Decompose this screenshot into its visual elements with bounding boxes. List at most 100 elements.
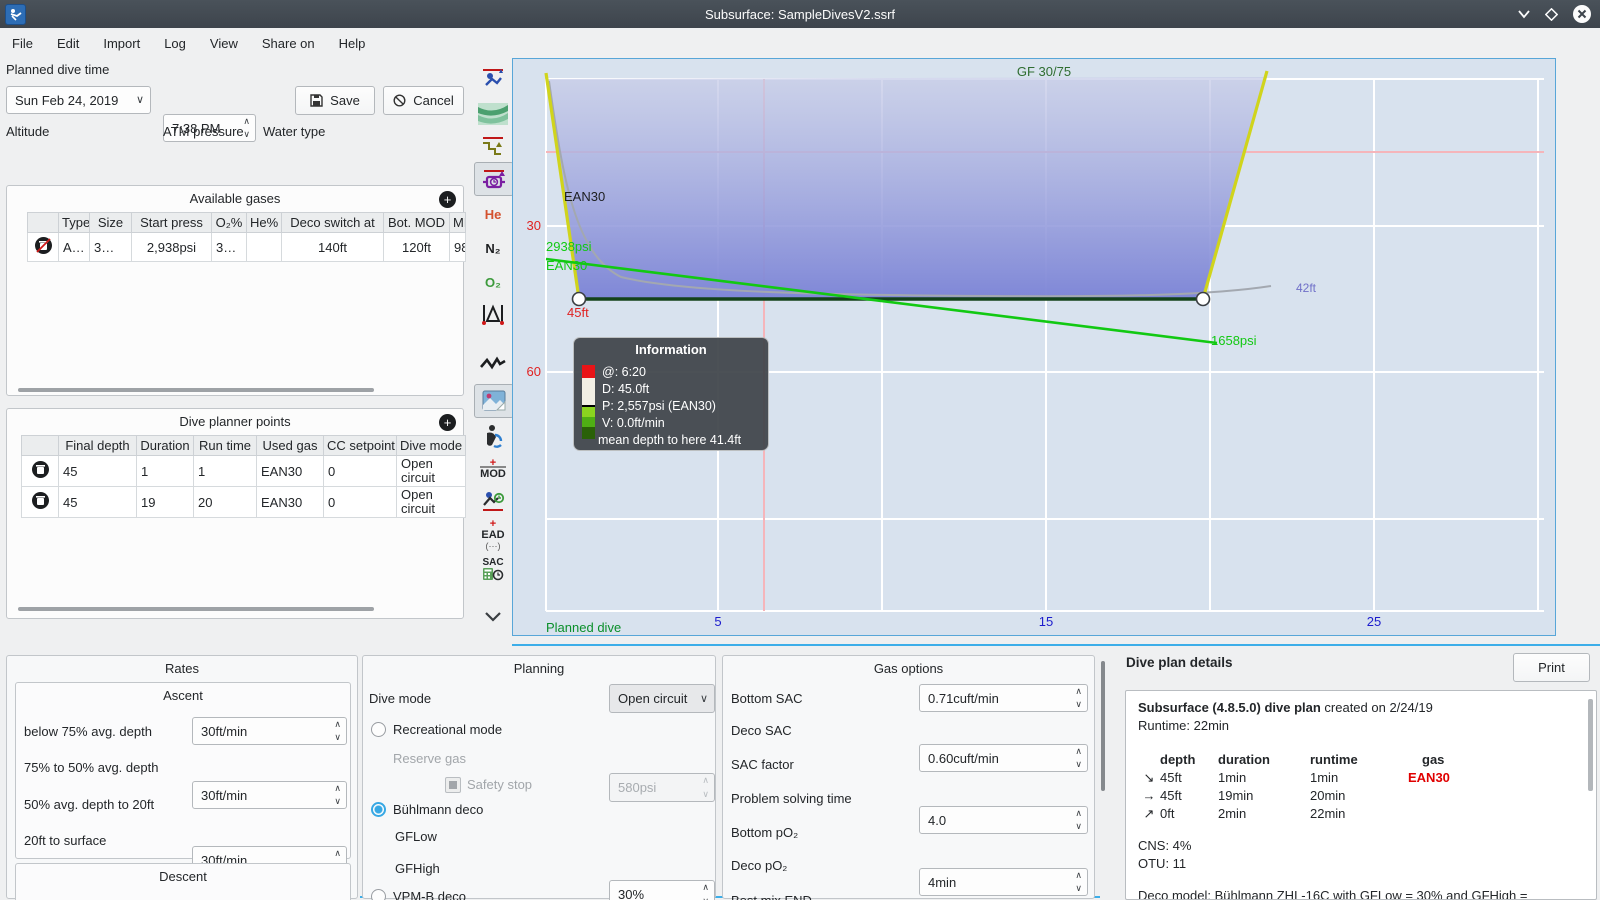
dive-profile-chart[interactable]: GF 30/75 30 60 5 15 25 EAN30 2938psi EAN… [512, 58, 1556, 636]
point-duration-cell[interactable]: 19 [136, 486, 194, 518]
toolbar-scroll-down-button[interactable] [474, 600, 512, 632]
toolbar-setpoint-button[interactable] [474, 162, 514, 196]
gas-he-cell[interactable] [246, 232, 282, 262]
point-setpoint-cell[interactable]: 0 [323, 486, 397, 518]
menu-help[interactable]: Help [327, 32, 378, 55]
points-col-duration[interactable]: Duration [136, 435, 194, 456]
gas-deco-switch-cell[interactable]: 140ft [281, 232, 384, 262]
toolbar-n2-button[interactable]: N₂ [474, 232, 512, 264]
gas-start-press-cell[interactable]: 2,938psi [131, 232, 212, 262]
points-horizontal-scrollbar[interactable] [18, 607, 374, 611]
print-button[interactable]: Print [1513, 653, 1590, 682]
information-tooltip[interactable]: Information @: 6:20 D: 45.0ft P: 2,557ps… [573, 337, 769, 451]
toolbar-sac-button[interactable]: SAC [474, 552, 512, 584]
menu-file[interactable]: File [0, 32, 45, 55]
bottom-sac-spinner[interactable]: 0.71cuft/min ∧ ∨ [919, 684, 1088, 712]
minimize-icon[interactable] [1517, 9, 1531, 19]
spinner-arrows-icon[interactable]: ∧∨ [1075, 809, 1082, 831]
point-setpoint-cell[interactable]: 0 [323, 455, 397, 487]
gases-col-deco-switch[interactable]: Deco switch at [281, 212, 384, 233]
menu-edit[interactable]: Edit [45, 32, 91, 55]
deco-sac-spinner[interactable]: 0.60cuft/min ∧ ∨ [919, 744, 1088, 772]
buhlmann-deco-radio[interactable] [371, 802, 386, 817]
ascent-rate-spinner-75[interactable]: 30ft/min ∧ ∨ [192, 717, 347, 745]
toolbar-heartrate-button[interactable] [474, 348, 512, 380]
toolbar-ead-button[interactable]: + EAD (···) [474, 518, 512, 550]
gases-col-bot-mod[interactable]: Bot. MOD [383, 212, 450, 233]
dive-date-combobox[interactable]: Sun Feb 24, 2019 ∨ [6, 86, 151, 114]
menu-view[interactable]: View [198, 32, 250, 55]
points-col-runtime[interactable]: Run time [193, 435, 257, 456]
gases-col-size[interactable]: Size [89, 212, 132, 233]
point-duration-cell[interactable]: 1 [136, 455, 194, 487]
problem-solving-time-spinner[interactable]: 4min ∧ ∨ [919, 868, 1088, 896]
add-point-button[interactable]: + [439, 414, 456, 431]
delete-point-cell[interactable] [21, 455, 59, 487]
spinner-arrows-icon[interactable]: ∧∨ [702, 883, 709, 900]
details-vertical-scrollbar[interactable] [1101, 661, 1105, 791]
cancel-button[interactable]: Cancel [383, 86, 464, 115]
ascent-rate-spinner-50[interactable]: 30ft/min ∧ ∨ [192, 781, 347, 809]
spinner-arrows-icon[interactable]: ∧∨ [334, 720, 341, 742]
waypoint-handle[interactable] [1195, 291, 1211, 307]
sac-factor-spinner[interactable]: 4.0 ∧ ∨ [919, 806, 1088, 834]
toolbar-o2-button[interactable]: O₂ [474, 266, 512, 298]
gases-col-mnd[interactable]: MND [449, 212, 466, 233]
spinner-arrows-icon[interactable]: ∧∨ [334, 784, 341, 806]
points-col-gas[interactable]: Used gas [256, 435, 324, 456]
toolbar-waves-button[interactable] [474, 98, 512, 130]
point-depth-cell[interactable]: 45 [58, 455, 137, 487]
spinner-arrows-icon[interactable]: ∧∨ [1075, 871, 1082, 893]
vpmb-deco-radio[interactable] [371, 889, 386, 900]
vpmb-deco-label[interactable]: VPM-B deco [393, 884, 466, 900]
points-col-mode[interactable]: Dive mode [396, 435, 466, 456]
spinner-arrows-icon[interactable]: ∧∨ [1075, 687, 1082, 709]
gas-type-cell[interactable]: A… [58, 232, 90, 262]
toolbar-mod-button[interactable]: + MOD [474, 452, 512, 484]
gases-col-he[interactable]: He% [246, 212, 282, 233]
point-mode-cell[interactable]: Open circuit [396, 486, 466, 518]
delete-gas-cell[interactable] [27, 232, 59, 262]
menu-import[interactable]: Import [91, 32, 152, 55]
point-runtime-cell[interactable]: 1 [193, 455, 257, 487]
point-mode-cell[interactable]: Open circuit [396, 455, 466, 487]
menu-share-on[interactable]: Share on [250, 32, 327, 55]
toolbar-dive-planner-button[interactable] [474, 62, 512, 94]
recreational-mode-radio[interactable] [371, 722, 386, 737]
point-runtime-cell[interactable]: 20 [193, 486, 257, 518]
toolbar-diver-time-button[interactable] [474, 486, 512, 518]
toolbar-he-button[interactable]: He [474, 198, 512, 230]
gflow-spinner[interactable]: 30% ∧∨ [609, 880, 715, 900]
recreational-mode-label[interactable]: Recreational mode [393, 716, 502, 742]
toolbar-gas-diff-button[interactable] [474, 298, 512, 330]
toolbar-ceiling-button[interactable] [474, 130, 512, 162]
dive-plan-text-box[interactable]: Subsurface (4.8.5.0) dive plan created o… [1125, 690, 1597, 900]
dive-mode-combobox[interactable]: Open circuit ∨ [609, 684, 715, 713]
gases-col-o2[interactable]: O₂% [211, 212, 247, 233]
plan-text-scrollbar[interactable] [1588, 699, 1593, 791]
toolbar-photos-button[interactable] [474, 384, 514, 418]
point-gas-cell[interactable]: EAN30 [256, 455, 324, 487]
add-gas-button[interactable]: + [439, 191, 456, 208]
maximize-icon[interactable] [1545, 7, 1558, 21]
gases-col-type[interactable]: Type [58, 212, 90, 233]
toolbar-diver-refresh-button[interactable] [474, 420, 512, 452]
gases-horizontal-scrollbar[interactable] [18, 388, 374, 392]
spinner-arrows-icon[interactable]: ∧∨ [243, 117, 250, 139]
delete-point-cell[interactable] [21, 486, 59, 518]
point-gas-cell[interactable]: EAN30 [256, 486, 324, 518]
save-button[interactable]: Save [295, 86, 375, 115]
menu-log[interactable]: Log [152, 32, 198, 55]
points-col-setpoint[interactable]: CC setpoint [323, 435, 397, 456]
gas-o2-cell[interactable]: 3… [211, 232, 247, 262]
gases-col-start-press[interactable]: Start press [131, 212, 212, 233]
gas-bot-mod-cell[interactable]: 120ft [383, 232, 450, 262]
buhlmann-deco-label[interactable]: Bühlmann deco [393, 796, 483, 822]
close-icon[interactable] [1572, 4, 1592, 24]
gas-size-cell[interactable]: 3… [89, 232, 132, 262]
gas-mnd-cell[interactable]: 98ft [449, 232, 466, 262]
point-depth-cell[interactable]: 45 [58, 486, 137, 518]
points-col-depth[interactable]: Final depth [58, 435, 137, 456]
spinner-arrows-icon[interactable]: ∧∨ [1075, 747, 1082, 769]
waypoint-handle[interactable] [571, 291, 587, 307]
